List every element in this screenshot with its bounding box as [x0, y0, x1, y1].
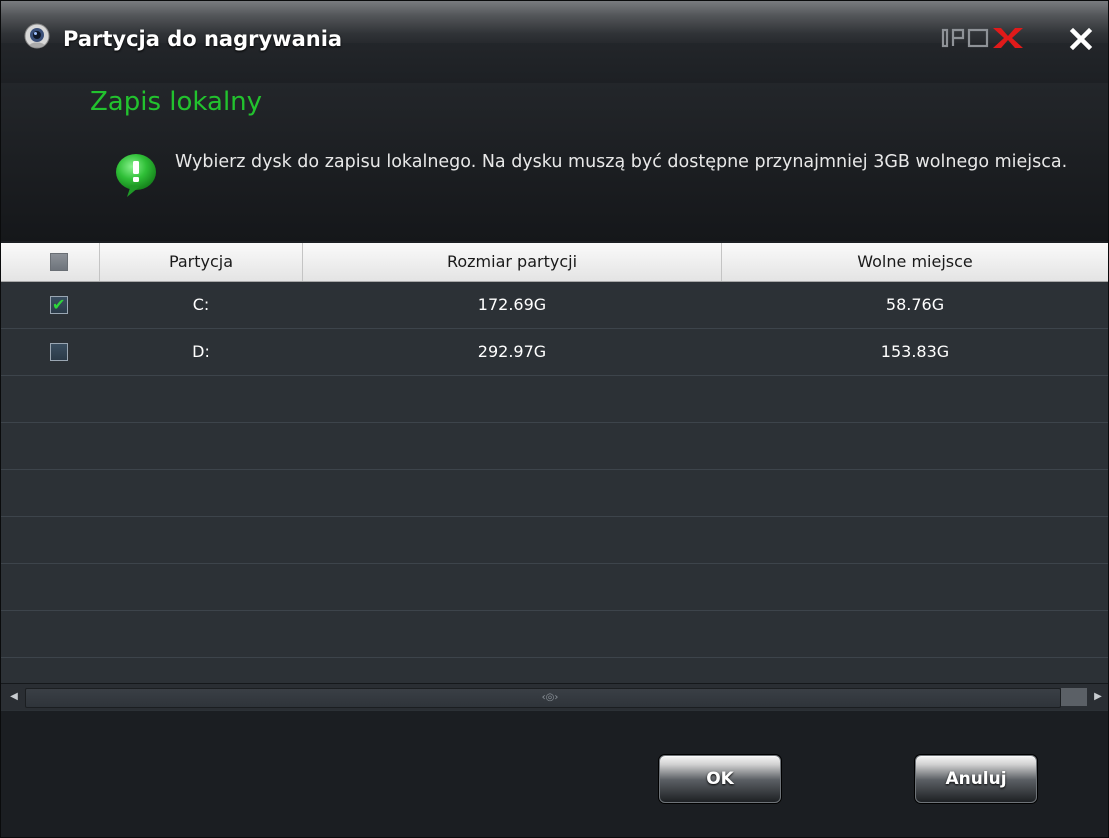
scroll-track-end — [1061, 688, 1087, 706]
ipox-logo — [941, 28, 1023, 48]
cell-free: 153.83G — [880, 342, 950, 361]
empty-row — [1, 564, 1108, 611]
header-checkbox-cell — [1, 243, 100, 281]
column-header-partition[interactable]: Partycja — [100, 243, 303, 281]
column-header-size[interactable]: Rozmiar partycji — [303, 243, 722, 281]
empty-row — [1, 423, 1108, 470]
cell-free: 58.76G — [885, 295, 945, 314]
scroll-left-arrow-icon[interactable]: ◀ — [3, 684, 25, 710]
empty-row — [1, 611, 1108, 658]
webcam-icon — [24, 23, 50, 49]
empty-row — [1, 376, 1108, 423]
empty-row — [1, 517, 1108, 564]
row-checkbox-c[interactable]: ✔ — [50, 296, 68, 314]
close-icon[interactable] — [1065, 23, 1097, 55]
exclamation-bubble-icon — [116, 154, 156, 197]
table-row[interactable]: ✔ C: 172.69G 58.76G — [1, 282, 1108, 329]
table-row[interactable]: D: 292.97G 153.83G — [1, 329, 1108, 376]
scroll-thumb[interactable]: ‹◎› — [25, 688, 1061, 708]
cell-size: 292.97G — [477, 342, 547, 361]
cell-size: 172.69G — [477, 295, 547, 314]
column-header-free[interactable]: Wolne miejsce — [722, 243, 1108, 281]
ok-button[interactable]: OK — [659, 755, 781, 803]
title-bar[interactable]: Partycja do nagrywania — [1, 1, 1108, 83]
cell-partition: C: — [192, 295, 210, 314]
info-message: Wybierz dysk do zapisu lokalnego. Na dys… — [175, 152, 1068, 172]
row-checkbox-d[interactable] — [50, 343, 68, 361]
section-title: Zapis lokalny — [90, 87, 263, 117]
window-title: Partycja do nagrywania — [63, 27, 343, 51]
table-header: Partycja Rozmiar partycji Wolne miejsce — [1, 243, 1108, 282]
cell-partition: D: — [192, 342, 210, 361]
scroll-grip-icon: ‹◎› — [541, 692, 559, 703]
horizontal-scrollbar[interactable]: ◀ ‹◎› ▶ — [1, 683, 1108, 710]
cancel-button[interactable]: Anuluj — [915, 755, 1037, 803]
scroll-right-arrow-icon[interactable]: ▶ — [1087, 684, 1108, 710]
partition-table: Partycja Rozmiar partycji Wolne miejsce … — [1, 243, 1108, 711]
dialog-window: Partycja do nagrywania Zapis lokalny Wyb… — [0, 0, 1109, 838]
checkmark-icon: ✔ — [52, 295, 66, 314]
select-all-checkbox[interactable] — [50, 253, 68, 271]
empty-row — [1, 470, 1108, 517]
